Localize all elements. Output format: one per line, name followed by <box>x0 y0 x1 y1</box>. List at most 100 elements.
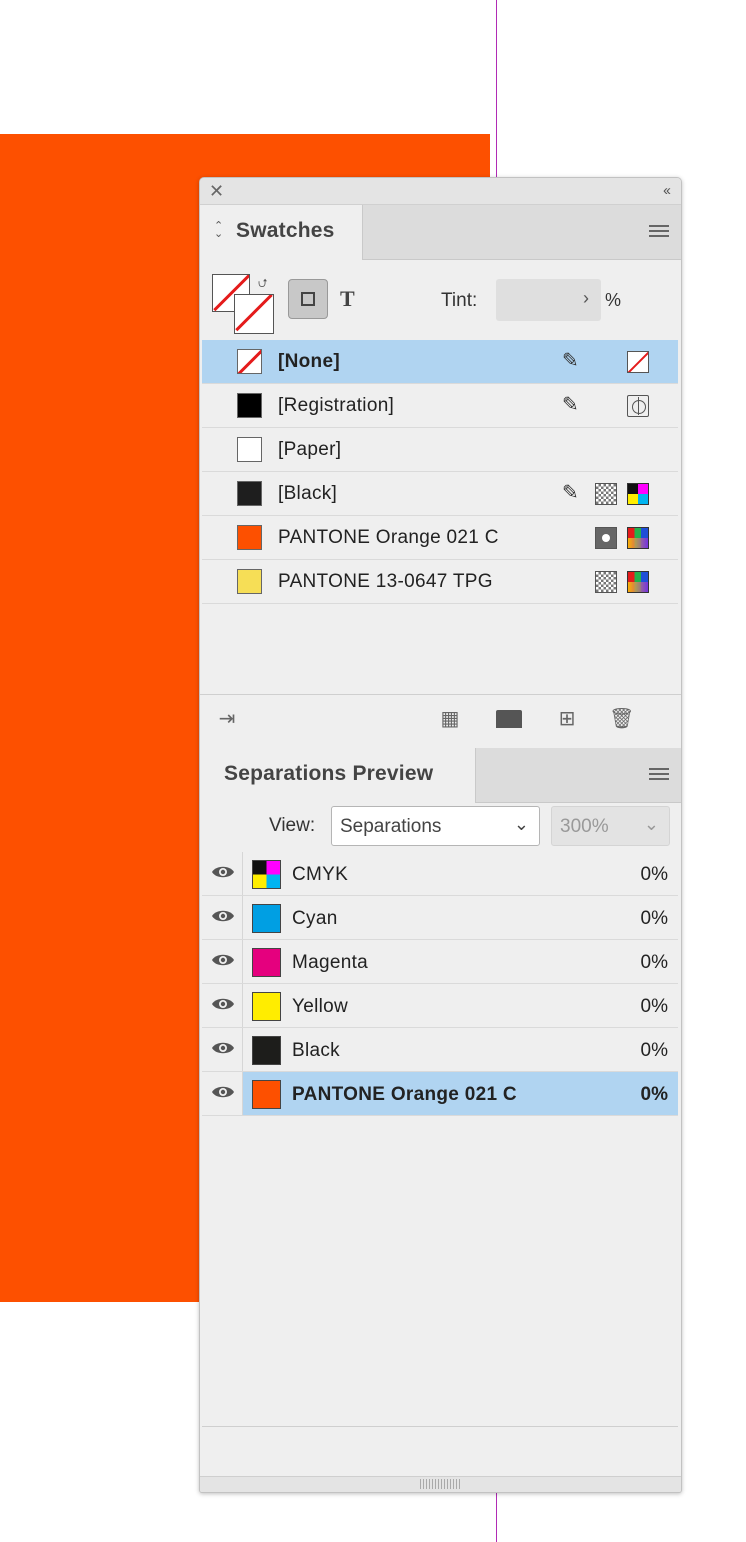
view-select[interactable]: Separations ⌄ <box>331 806 540 846</box>
swatch-row[interactable]: [Paper] <box>202 428 678 472</box>
swatch-row[interactable]: [None] ✎ <box>202 340 678 384</box>
separation-row[interactable]: Cyan 0% <box>202 896 678 940</box>
separation-label: Yellow <box>292 996 349 1017</box>
view-label: View: <box>269 815 316 836</box>
separation-row[interactable]: CMYK 0% <box>202 852 678 896</box>
fill-stroke-control[interactable]: ⮍ <box>212 274 274 334</box>
separation-row[interactable]: PANTONE Orange 021 C 0% <box>202 1072 678 1116</box>
pencil-slash-icon: ✎ <box>562 482 579 504</box>
swatch-color-chip <box>237 437 262 462</box>
separation-percent: 0% <box>640 1040 668 1061</box>
separation-label: PANTONE Orange 021 C <box>292 1084 517 1105</box>
swap-fill-stroke-icon[interactable]: ⮍ <box>258 274 268 295</box>
separations-menu-icon[interactable] <box>649 768 669 782</box>
visibility-toggle[interactable] <box>202 984 243 1027</box>
tint-label: Tint: <box>441 290 478 311</box>
process-color-icon <box>595 483 617 505</box>
new-color-group-icon[interactable] <box>496 707 524 731</box>
container-icon <box>301 292 315 306</box>
separation-label: Black <box>292 1040 340 1061</box>
chevron-right-icon[interactable]: › <box>583 288 589 309</box>
tab-swatches[interactable]: ⌃ ⌄ Swatches <box>200 205 363 260</box>
formatting-affects-text-button[interactable]: T <box>340 286 355 312</box>
separation-label: Cyan <box>292 908 338 929</box>
eye-icon <box>212 866 234 878</box>
chevron-down-icon: ⌄ <box>513 814 529 834</box>
separation-color-chip <box>252 904 281 933</box>
formatting-affects-container-button[interactable] <box>288 279 328 319</box>
swatch-color-chip <box>237 525 262 550</box>
swatch-label: PANTONE 13-0647 TPG <box>278 571 493 592</box>
separation-label: CMYK <box>292 864 349 885</box>
swatch-color-chip <box>237 569 262 594</box>
swatches-tab-row: ⌃ ⌄ Swatches <box>200 205 681 260</box>
stroke-swatch-icon[interactable] <box>234 294 274 334</box>
tint-input[interactable]: › <box>496 279 601 321</box>
resize-grip-icon[interactable] <box>420 1479 460 1489</box>
swatch-color-chip <box>237 481 262 506</box>
panel-titlebar[interactable]: ✕ ‹‹ <box>200 178 681 205</box>
separation-percent: 0% <box>640 908 668 929</box>
pencil-slash-icon: ✎ <box>562 350 579 372</box>
none-swatch-icon <box>627 351 649 373</box>
zoom-value: 300% <box>560 816 609 837</box>
separation-percent: 0% <box>640 864 668 885</box>
panel-menu-icon[interactable] <box>649 225 669 239</box>
import-swatches-icon[interactable]: ⇥ <box>215 707 239 731</box>
swatches-footer: ⇥ ▦ ⊞ 🗑 <box>200 694 681 743</box>
separations-title: Separations Preview <box>224 762 434 785</box>
floating-panel: ✕ ‹‹ ⌃ ⌄ Swatches ⮍ T Tint: › % [None] ✎ [R… <box>199 177 682 1493</box>
visibility-toggle[interactable] <box>202 1072 243 1115</box>
separation-row[interactable]: Magenta 0% <box>202 940 678 984</box>
swatch-label: [Registration] <box>278 395 395 416</box>
separation-color-chip <box>252 992 281 1021</box>
separation-percent: 0% <box>640 952 668 973</box>
separation-percent: 0% <box>640 996 668 1017</box>
separation-percent: 0% <box>640 1084 668 1105</box>
process-color-icon <box>595 571 617 593</box>
swatch-row[interactable]: PANTONE 13-0647 TPG <box>202 560 678 604</box>
swatch-list: [None] ✎ [Registration] ✎ [Paper] [Black] ✎ PAN… <box>202 340 678 693</box>
separation-row[interactable]: Black 0% <box>202 1028 678 1072</box>
swatch-label: [Paper] <box>278 439 342 460</box>
visibility-toggle[interactable] <box>202 896 243 939</box>
cmyk-mode-icon <box>627 483 649 505</box>
separation-color-chip <box>252 860 281 889</box>
chevron-down-icon: ⌄ <box>643 814 659 834</box>
separation-row[interactable]: Yellow 0% <box>202 984 678 1028</box>
swatch-row[interactable]: [Black] ✎ <box>202 472 678 516</box>
collapse-icon[interactable]: ‹‹ <box>663 181 671 201</box>
eye-icon <box>212 1042 234 1054</box>
separations-empty-area <box>202 1116 678 1427</box>
registration-mark-icon <box>627 395 649 417</box>
eye-icon <box>212 910 234 922</box>
swatch-color-chip <box>237 393 262 418</box>
swatch-label: [Black] <box>278 483 338 504</box>
lab-mode-icon <box>627 571 649 593</box>
expand-collapse-icon[interactable]: ⌃ ⌄ <box>214 221 223 240</box>
separation-color-chip <box>252 1036 281 1065</box>
separations-tab-row: Separations Preview <box>200 748 681 803</box>
tint-unit: % <box>605 290 622 310</box>
tab-separations-preview[interactable]: Separations Preview <box>200 748 476 803</box>
pencil-slash-icon: ✎ <box>562 394 579 416</box>
visibility-toggle[interactable] <box>202 940 243 983</box>
swatch-views-icon[interactable]: ▦ <box>438 707 462 731</box>
visibility-toggle[interactable] <box>202 852 243 895</box>
delete-swatch-icon[interactable]: 🗑 <box>609 707 634 731</box>
visibility-toggle[interactable] <box>202 1028 243 1071</box>
lab-mode-icon <box>627 527 649 549</box>
spot-color-icon <box>595 527 617 549</box>
swatch-label: PANTONE Orange 021 C <box>278 527 499 548</box>
separation-color-chip <box>252 1080 281 1109</box>
close-icon[interactable]: ✕ <box>209 181 224 201</box>
view-value: Separations <box>340 816 442 837</box>
swatch-row[interactable]: [Registration] ✎ <box>202 384 678 428</box>
separation-label: Magenta <box>292 952 369 973</box>
swatch-row[interactable]: PANTONE Orange 021 C <box>202 516 678 560</box>
separation-color-chip <box>252 948 281 977</box>
swatches-title: Swatches <box>236 219 335 242</box>
zoom-select[interactable]: 300% ⌄ <box>551 806 670 846</box>
eye-icon <box>212 998 234 1010</box>
new-swatch-icon[interactable]: ⊞ <box>555 707 579 731</box>
